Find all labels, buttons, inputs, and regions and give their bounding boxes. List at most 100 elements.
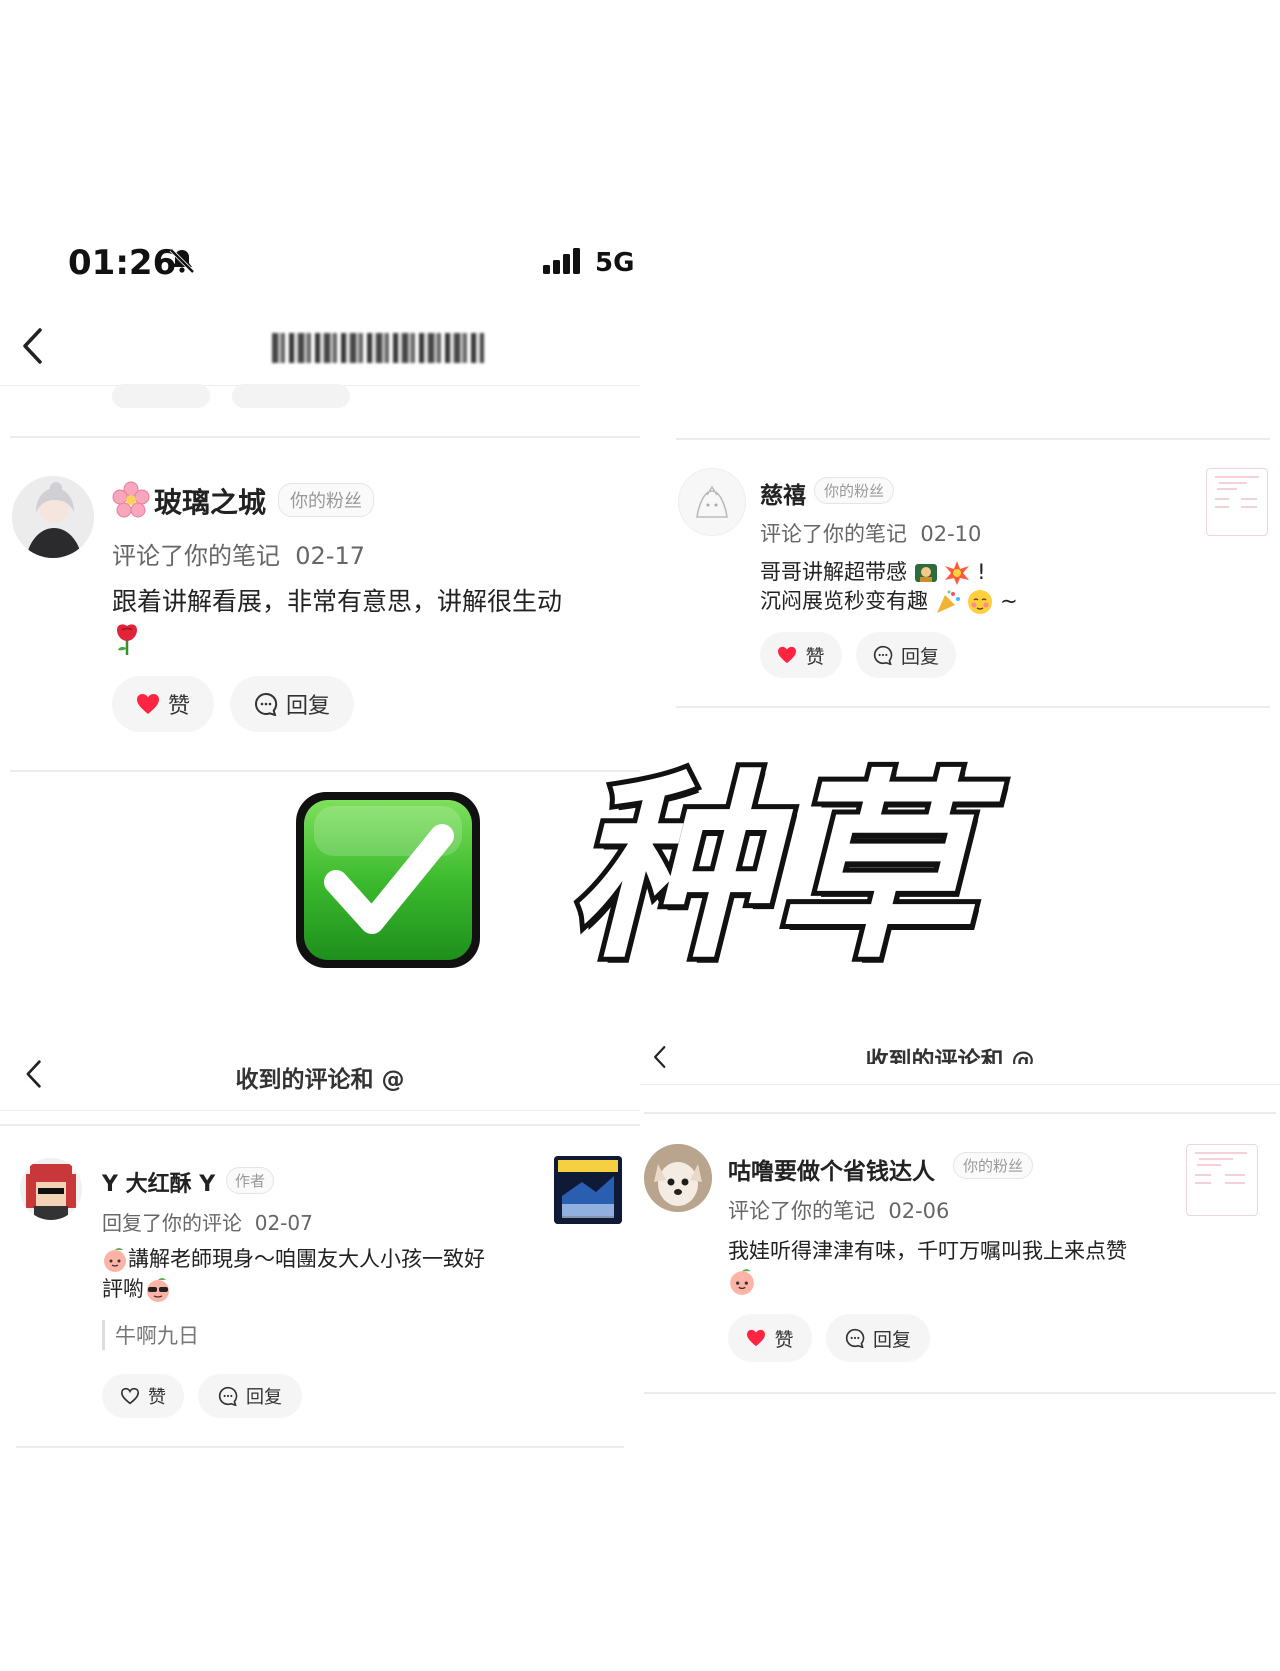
reply-label: 回复 (246, 1387, 282, 1408)
reply-button[interactable]: 回复 (826, 1314, 930, 1362)
ghost-pill (232, 384, 350, 408)
divider (16, 1446, 624, 1448)
page-title: 收到的评论和 @ (235, 1067, 405, 1093)
commenter-name[interactable]: 玻璃之城 (154, 481, 266, 521)
comment-content: 我娃听得津津有味，千叮万嘱叫我上来点赞 (728, 1236, 1168, 1297)
comment-content: 哥哥讲解超带感 ! 沉闷展览秒变有趣 ~ (760, 558, 1180, 617)
comment-meta: 回复了你的评论 02-07 (102, 1207, 313, 1236)
like-button[interactable]: 赞 (760, 632, 842, 678)
meta-date: 02-06 (888, 1199, 950, 1223)
avatar-dog-photo (644, 1144, 712, 1212)
status-time: 01:26 (68, 243, 177, 283)
network-label: 5G (595, 248, 635, 278)
avatar[interactable] (644, 1144, 712, 1212)
check-mark-icon (296, 792, 480, 968)
page-title: 收到的评论和 @ (865, 1048, 1035, 1064)
rose-icon (117, 624, 137, 656)
back-arrow-icon[interactable] (20, 326, 46, 366)
like-label: 赞 (167, 694, 190, 719)
peach-face-emoji-icon (730, 1269, 754, 1296)
divider (10, 436, 640, 438)
heart-filled-icon (747, 1329, 766, 1347)
author-badge: 作者 (226, 1167, 275, 1194)
avatar[interactable] (12, 476, 94, 558)
explosion-emoji-icon (945, 561, 970, 585)
fan-badge: 你的粉丝 (278, 483, 374, 517)
comment-text-line1-end: ! (977, 560, 986, 584)
comment-meta: 评论了你的笔记 02-10 (760, 518, 981, 548)
note-thumbnail[interactable] (1206, 468, 1268, 536)
fan-badge: 你的粉丝 (814, 477, 895, 504)
meta-date: 02-17 (295, 542, 366, 570)
heart-filled-icon (778, 646, 797, 664)
cherry-blossom-icon (112, 481, 150, 518)
signal-icon (543, 248, 580, 274)
meta-date: 02-10 (920, 522, 982, 546)
chat-bubble-icon (873, 645, 893, 665)
chat-bubble-icon (254, 692, 278, 716)
meta-date: 02-07 (254, 1211, 313, 1235)
avatar[interactable] (20, 1158, 82, 1220)
reply-label: 回复 (900, 645, 939, 668)
note-thumbnail-image (554, 1156, 622, 1224)
banner-text: 种草 (565, 753, 979, 986)
blurred-page-title (272, 333, 484, 363)
comment-text-line2: 沉闷展览秒变有趣 (760, 589, 928, 614)
like-label: 赞 (805, 645, 825, 668)
chat-bubble-icon (845, 1328, 865, 1348)
like-button[interactable]: 赞 (102, 1374, 184, 1418)
reply-button[interactable]: 回复 (230, 676, 354, 732)
nav-divider (640, 1084, 1280, 1085)
comment-text-line2: 評喲 (102, 1277, 144, 1302)
commenter-name[interactable]: 慈禧 (760, 476, 806, 510)
comment-text: 跟着讲解看展，非常有意思，讲解很生动 (112, 587, 563, 616)
peach-face-emoji-icon (104, 1248, 126, 1272)
divider (0, 1124, 640, 1126)
blushing-face-emoji-icon (968, 590, 993, 615)
divider (10, 770, 640, 772)
comment-meta: 评论了你的笔记 02-06 (728, 1195, 949, 1225)
divider (676, 438, 1270, 440)
comment-meta: 评论了你的笔记 02-17 (112, 536, 365, 571)
fan-badge: 你的粉丝 (953, 1152, 1034, 1179)
note-thumbnail-image (1195, 1152, 1247, 1184)
comment-content: 跟着讲解看展，非常有意思，讲解很生动 (112, 584, 632, 657)
like-button[interactable]: 赞 (112, 676, 214, 732)
divider (644, 1112, 1276, 1114)
ghost-pill (112, 384, 210, 408)
avatar[interactable] (678, 468, 746, 536)
bell-muted-icon (169, 248, 195, 274)
like-label: 赞 (148, 1387, 166, 1408)
party-popper-emoji-icon (936, 590, 960, 614)
reply-button[interactable]: 回复 (856, 632, 956, 678)
note-thumbnail-image (1215, 476, 1259, 508)
heart-outline-icon (120, 1387, 140, 1405)
teacher-emoji-icon (914, 564, 937, 582)
avatar-girl-illustration (12, 476, 94, 558)
comment-text-line1: 哥哥讲解超带感 (760, 560, 907, 584)
avatar-sketch-illustration (696, 485, 728, 518)
divider (644, 1392, 1276, 1394)
avatar-pixel-character (20, 1158, 82, 1220)
comment-text: 我娃听得津津有味，千叮万嘱叫我上来点赞 (728, 1239, 1127, 1263)
comment-text-line2-end: ~ (1000, 589, 1018, 614)
commenter-name[interactable]: Y 大红酥 Y (102, 1166, 215, 1198)
note-thumbnail[interactable] (554, 1156, 622, 1224)
reply-button[interactable]: 回复 (198, 1374, 302, 1418)
comment-text-line1: 講解老師現身～咱團友大人小孩一致好 (128, 1247, 485, 1271)
peach-sunglasses-emoji-icon (147, 1278, 169, 1303)
note-thumbnail[interactable] (1186, 1144, 1258, 1216)
heart-filled-icon (136, 694, 159, 714)
nav-divider (0, 1110, 640, 1111)
quoted-comment: 牛啊九日 (102, 1320, 199, 1350)
commenter-name[interactable]: 咕噜要做个省钱达人 (728, 1152, 935, 1186)
meta-action: 评论了你的笔记 (112, 542, 280, 570)
reply-label: 回复 (872, 1328, 911, 1351)
like-label: 赞 (774, 1328, 794, 1351)
reply-label: 回复 (285, 694, 330, 719)
meta-action: 回复了你的评论 (102, 1211, 242, 1235)
meta-action: 评论了你的笔记 (728, 1199, 875, 1223)
like-button[interactable]: 赞 (728, 1314, 812, 1362)
comment-content: 講解老師現身～咱團友大人小孩一致好 評喲 (102, 1244, 542, 1305)
divider (676, 706, 1270, 708)
